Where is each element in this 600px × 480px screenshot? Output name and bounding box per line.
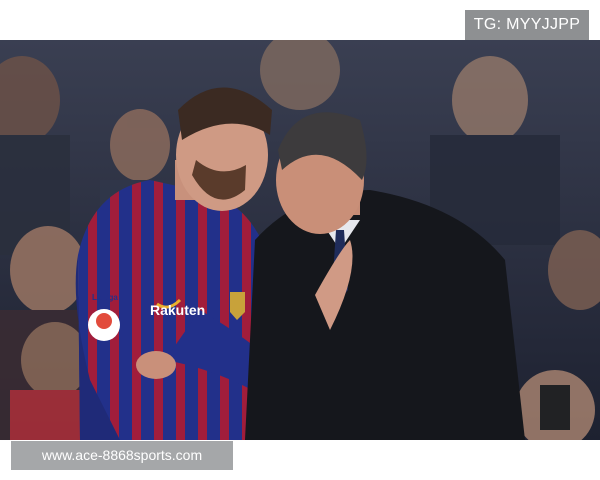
telegram-tag: TG: MYYJJPP: [465, 10, 589, 40]
match-photo: Rakuten LaLiga: [0, 40, 600, 440]
website-banner[interactable]: www.ace-8868sports.com: [11, 441, 233, 470]
shirt-sponsor-text: Rakuten: [150, 302, 206, 318]
laliga-badge-text: LaLiga: [92, 293, 118, 302]
photo-illustration: [0, 40, 600, 440]
